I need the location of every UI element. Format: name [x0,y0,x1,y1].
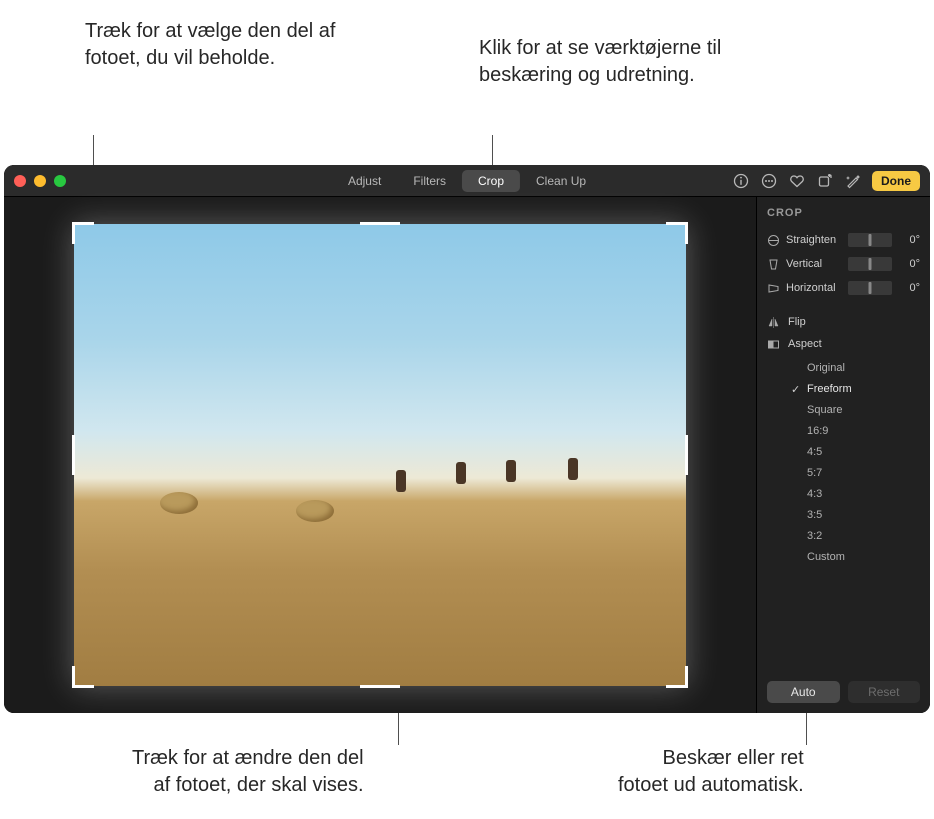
crop-frame[interactable] [74,224,686,686]
crop-handle-right[interactable] [685,435,688,475]
canvas-area [4,197,756,713]
vertical-label: Vertical [786,258,842,270]
tab-adjust[interactable]: Adjust [332,170,397,192]
horizontal-label: Horizontal [786,282,842,294]
info-icon[interactable] [732,172,750,190]
edit-mode-tabs: Adjust Filters Crop Clean Up [332,165,602,196]
crop-handle-bottom[interactable] [360,685,400,688]
aspect-option-label: 3:2 [807,530,822,542]
crop-handle-br[interactable] [666,666,688,688]
favorite-icon[interactable] [788,172,806,190]
sidebar-title: CROP [767,207,920,219]
callout-crop-drag: Træk for at vælge den del af fotoet, du … [85,18,345,72]
aspect-original[interactable]: Original [787,359,920,377]
straighten-value: 0° [898,234,920,246]
aspect-4-3[interactable]: 4:3 [787,485,920,503]
aspect-option-label: Original [807,362,845,374]
sidebar-footer: Auto Reset [767,681,920,703]
add-to-icon[interactable] [816,172,834,190]
tab-filters[interactable]: Filters [397,170,462,192]
aspect-4-5[interactable]: 4:5 [787,443,920,461]
photos-edit-window: Adjust Filters Crop Clean Up Done [4,165,930,713]
callout-auto-crop: Beskær eller retfotoet ud automatisk. [618,745,804,799]
straighten-row: Straighten 0° [767,231,920,249]
aspect-custom[interactable]: Custom [787,548,920,566]
tab-crop[interactable]: Crop [462,170,520,192]
aspect-option-label: Square [807,404,842,416]
more-icon[interactable] [760,172,778,190]
crop-handle-tl[interactable] [72,222,94,244]
aspect-label: Aspect [788,338,822,350]
crop-handle-bl[interactable] [72,666,94,688]
horizontal-row: Horizontal 0° [767,279,920,297]
aspect-freeform[interactable]: ✓Freeform [787,380,920,398]
photo-detail [506,460,516,482]
editor-body: CROP Straighten 0° Vertical 0° [4,197,930,713]
minimize-button[interactable] [34,175,46,187]
photo-preview[interactable] [74,224,686,686]
crop-handle-tr[interactable] [666,222,688,244]
flip-label: Flip [788,316,806,328]
aspect-3-2[interactable]: 3:2 [787,527,920,545]
aspect-square[interactable]: Square [787,401,920,419]
vertical-value: 0° [898,258,920,270]
vertical-row: Vertical 0° [767,255,920,273]
aspect-header[interactable]: Aspect [767,333,920,355]
aspect-5-7[interactable]: 5:7 [787,464,920,482]
straighten-slider[interactable] [848,233,892,247]
window-controls [14,175,66,187]
photo-detail [396,470,406,492]
crop-handle-left[interactable] [72,435,75,475]
flip-button[interactable]: Flip [767,311,920,333]
horizontal-value: 0° [898,282,920,294]
aspect-option-label: Custom [807,551,845,563]
aspect-16-9[interactable]: 16:9 [787,422,920,440]
aspect-list: Original ✓Freeform Square 16:9 4:5 5:7 4… [787,359,920,566]
photo-detail [456,462,466,484]
aspect-option-label: 4:5 [807,446,822,458]
horizontal-slider[interactable] [848,281,892,295]
close-button[interactable] [14,175,26,187]
aspect-option-label: 4:3 [807,488,822,500]
crop-sidebar: CROP Straighten 0° Vertical 0° [756,197,930,713]
straighten-icon [767,234,780,247]
straighten-label: Straighten [786,234,842,246]
aspect-option-label: Freeform [807,383,852,395]
aspect-option-label: 16:9 [807,425,828,437]
tab-cleanup[interactable]: Clean Up [520,170,602,192]
crop-handle-top[interactable] [360,222,400,225]
vertical-slider[interactable] [848,257,892,271]
aspect-3-5[interactable]: 3:5 [787,506,920,524]
aspect-option-label: 5:7 [807,467,822,479]
horizontal-perspective-icon [767,282,780,295]
auto-button[interactable]: Auto [767,681,840,703]
callout-crop-resize: Træk for at ændre den delaf fotoet, der … [132,745,364,799]
photo-detail [296,500,334,522]
enhance-icon[interactable] [844,172,862,190]
photo-detail [568,458,578,480]
callout-crop-tools: Klik for at se værktøjerne til beskæring… [479,35,779,89]
photo-detail [160,492,198,514]
reset-button: Reset [848,681,921,703]
vertical-perspective-icon [767,258,780,271]
zoom-button[interactable] [54,175,66,187]
aspect-option-label: 3:5 [807,509,822,521]
titlebar: Adjust Filters Crop Clean Up Done [4,165,930,197]
done-button[interactable]: Done [872,171,920,191]
toolbar-right: Done [732,171,920,191]
